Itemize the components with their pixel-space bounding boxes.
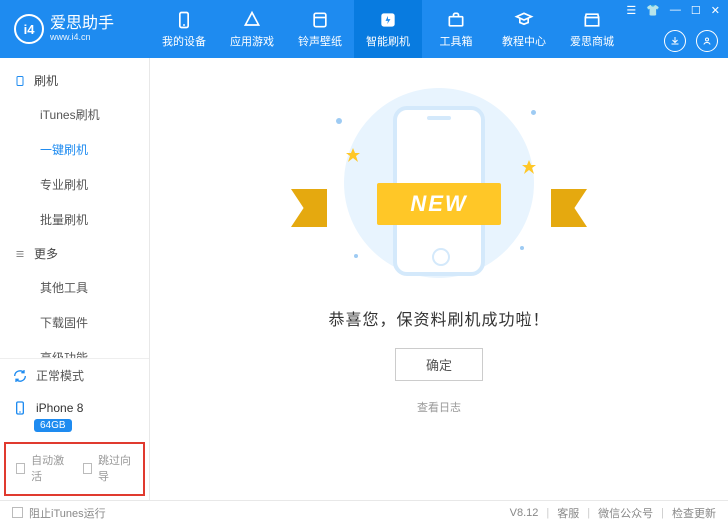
sidebar-group-more[interactable]: 更多 <box>0 237 149 270</box>
menu-icon[interactable]: ☰ <box>626 4 636 17</box>
refresh-icon <box>12 368 28 384</box>
nav-store[interactable]: 爱思商城 <box>558 0 626 58</box>
user-icon <box>701 35 713 47</box>
nav-apps[interactable]: 应用游戏 <box>218 0 286 58</box>
sidebar-item-download-firmware[interactable]: 下载固件 <box>0 305 149 340</box>
apps-icon <box>242 10 262 30</box>
wechat-link[interactable]: 微信公众号 <box>598 505 653 521</box>
sidebar-mode[interactable]: 正常模式 <box>0 359 149 392</box>
download-button[interactable] <box>664 30 686 52</box>
nav-toolbox[interactable]: 工具箱 <box>422 0 490 58</box>
sidebar-item-advanced[interactable]: 高级功能 <box>0 340 149 358</box>
sidebar-device[interactable]: iPhone 8 64GB <box>0 392 149 440</box>
status-bar: 阻止iTunes运行 V8.12 | 客服 | 微信公众号 | 检查更新 <box>0 500 728 524</box>
header-nav: 我的设备 应用游戏 铃声壁纸 智能刷机 工具箱 教程中心 爱思商城 <box>150 0 626 58</box>
check-update-link[interactable]: 检查更新 <box>672 505 716 521</box>
store-icon <box>582 10 602 30</box>
toolbox-icon <box>446 10 466 30</box>
star-icon <box>522 160 536 174</box>
highlighted-options: 自动激活 跳过向导 <box>4 442 145 496</box>
sidebar-group-flash[interactable]: 刷机 <box>0 64 149 97</box>
star-icon <box>346 148 360 162</box>
sidebar-item-pro-flash[interactable]: 专业刷机 <box>0 167 149 202</box>
block-itunes-label: 阻止iTunes运行 <box>29 505 106 521</box>
app-logo: i4 爱思助手 www.i4.cn <box>0 14 150 44</box>
app-header: i4 爱思助手 www.i4.cn 我的设备 应用游戏 铃声壁纸 智能刷机 工具… <box>0 0 728 58</box>
auto-activate-checkbox[interactable] <box>16 463 25 474</box>
window-controls: ☰ 👕 — ☐ ✕ <box>626 4 720 17</box>
skip-wizard-label: 跳过向导 <box>98 452 133 484</box>
sidebar: 刷机 iTunes刷机 一键刷机 专业刷机 批量刷机 更多 其他工具 下载固件 … <box>0 58 150 500</box>
nav-ringtone[interactable]: 铃声壁纸 <box>286 0 354 58</box>
skip-wizard-checkbox[interactable] <box>83 463 92 474</box>
ringtone-icon <box>310 10 330 30</box>
flash-icon <box>378 10 398 30</box>
sidebar-item-oneclick-flash[interactable]: 一键刷机 <box>0 132 149 167</box>
app-url: www.i4.cn <box>50 32 114 43</box>
device-icon <box>174 10 194 30</box>
nav-tutorial[interactable]: 教程中心 <box>490 0 558 58</box>
sidebar-item-itunes-flash[interactable]: iTunes刷机 <box>0 97 149 132</box>
close-icon[interactable]: ✕ <box>711 4 720 17</box>
maximize-icon[interactable]: ☐ <box>691 4 701 17</box>
user-button[interactable] <box>696 30 718 52</box>
header-right-buttons <box>664 30 718 52</box>
success-message: 恭喜您，保资料刷机成功啦！ <box>328 306 549 330</box>
menu-icon <box>14 248 26 260</box>
ok-button[interactable]: 确定 <box>395 348 483 381</box>
minimize-icon[interactable]: — <box>670 4 681 17</box>
sidebar-item-other-tools[interactable]: 其他工具 <box>0 270 149 305</box>
version-label: V8.12 <box>510 507 539 519</box>
storage-badge: 64GB <box>34 419 72 432</box>
new-ribbon: NEW <box>377 183 501 225</box>
success-illustration: NEW <box>324 88 554 278</box>
auto-activate-label: 自动激活 <box>31 452 66 484</box>
tutorial-icon <box>514 10 534 30</box>
sidebar-item-batch-flash[interactable]: 批量刷机 <box>0 202 149 237</box>
nav-flash[interactable]: 智能刷机 <box>354 0 422 58</box>
logo-icon: i4 <box>14 14 44 44</box>
support-link[interactable]: 客服 <box>557 505 579 521</box>
phone-icon <box>12 400 28 416</box>
flash-square-icon <box>14 75 26 87</box>
app-name: 爱思助手 <box>50 16 114 32</box>
skin-icon[interactable]: 👕 <box>646 4 660 17</box>
main-panel: NEW 恭喜您，保资料刷机成功啦！ 确定 查看日志 <box>150 58 728 500</box>
block-itunes-checkbox[interactable] <box>12 507 23 518</box>
view-log-link[interactable]: 查看日志 <box>417 399 461 415</box>
nav-my-device[interactable]: 我的设备 <box>150 0 218 58</box>
download-icon <box>669 35 681 47</box>
